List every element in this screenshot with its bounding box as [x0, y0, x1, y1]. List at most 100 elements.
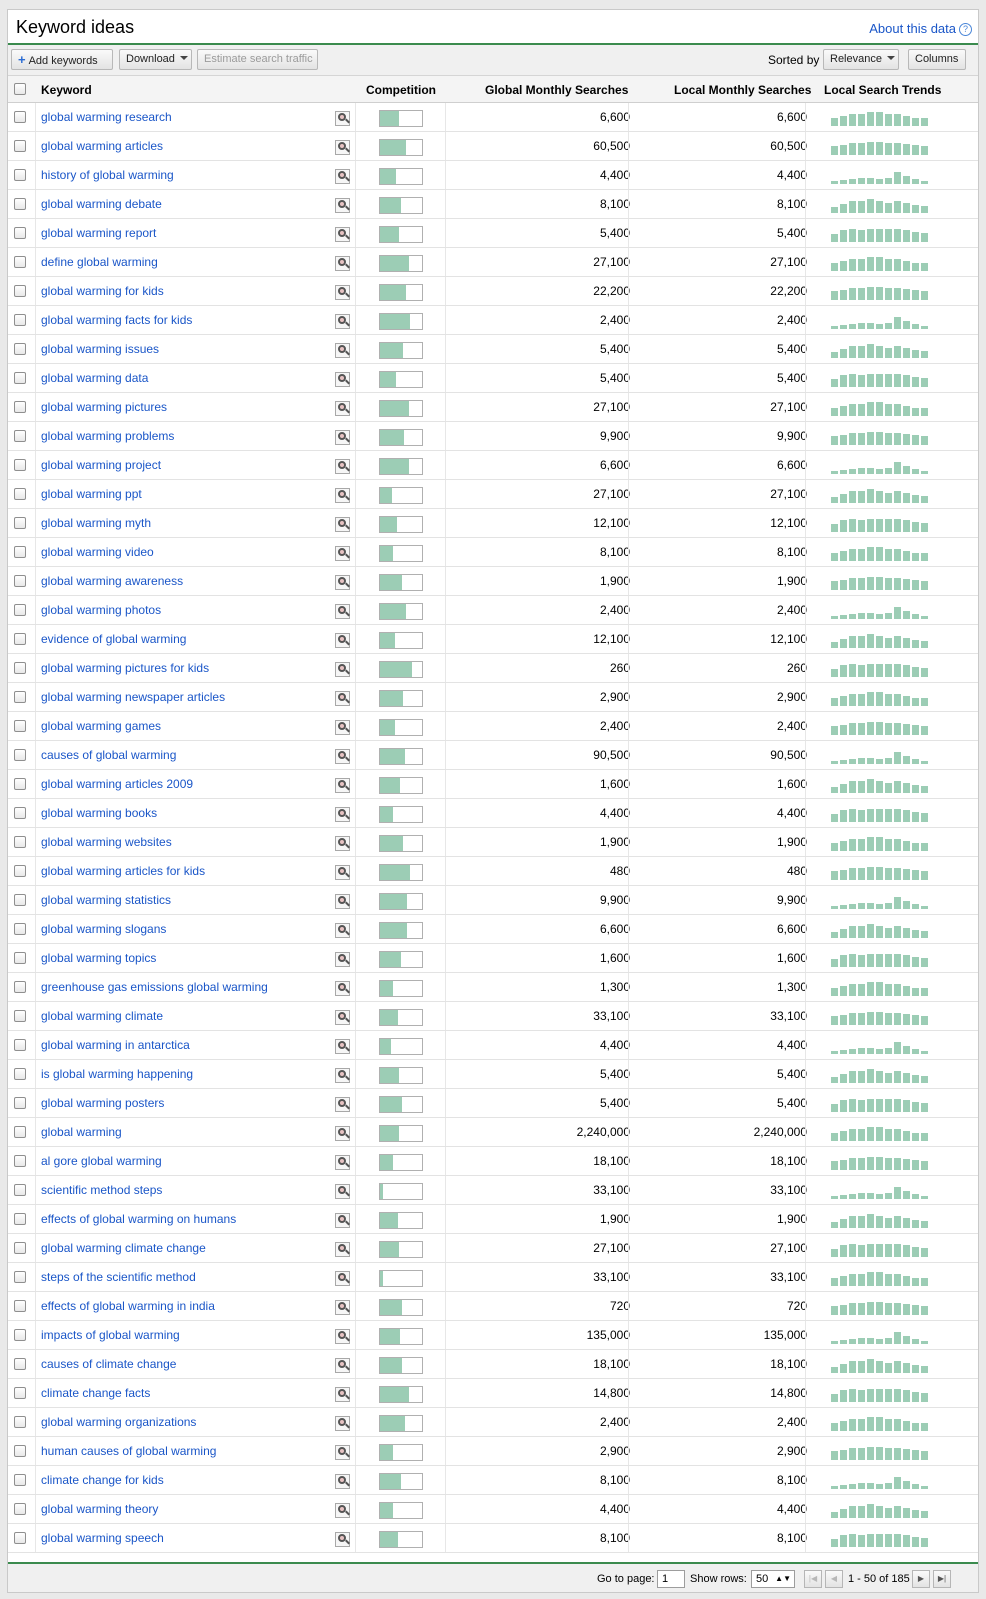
row-checkbox[interactable]: [14, 1358, 26, 1370]
add-keywords-button[interactable]: + Add keywords: [11, 49, 113, 70]
search-preview-icon[interactable]: [335, 633, 350, 648]
row-checkbox[interactable]: [14, 1010, 26, 1022]
keyword-link[interactable]: global warming slogans: [41, 922, 166, 936]
keyword-link[interactable]: global warming speech: [41, 1531, 164, 1545]
column-header-global-monthly[interactable]: Global Monthly Searches: [485, 83, 628, 97]
row-checkbox[interactable]: [14, 169, 26, 181]
row-checkbox[interactable]: [14, 140, 26, 152]
keyword-link[interactable]: effects of global warming on humans: [41, 1212, 236, 1226]
keyword-link[interactable]: global warming facts for kids: [41, 313, 192, 327]
keyword-link[interactable]: define global warming: [41, 255, 158, 269]
download-button[interactable]: Download: [119, 49, 192, 70]
search-preview-icon[interactable]: [335, 865, 350, 880]
row-checkbox[interactable]: [14, 1532, 26, 1544]
row-checkbox[interactable]: [14, 894, 26, 906]
search-preview-icon[interactable]: [335, 488, 350, 503]
keyword-link[interactable]: global warming data: [41, 371, 148, 385]
keyword-link[interactable]: global warming newspaper articles: [41, 690, 225, 704]
row-checkbox[interactable]: [14, 372, 26, 384]
keyword-link[interactable]: global warming: [41, 1125, 122, 1139]
about-data-link[interactable]: About this data?: [869, 21, 972, 36]
row-checkbox[interactable]: [14, 662, 26, 674]
keyword-link[interactable]: steps of the scientific method: [41, 1270, 196, 1284]
keyword-link[interactable]: global warming climate change: [41, 1241, 206, 1255]
keyword-link[interactable]: global warming photos: [41, 603, 161, 617]
row-checkbox[interactable]: [14, 1503, 26, 1515]
row-checkbox[interactable]: [14, 401, 26, 413]
select-all-checkbox[interactable]: [14, 83, 26, 95]
keyword-link[interactable]: global warming myth: [41, 516, 151, 530]
estimate-traffic-button[interactable]: Estimate search traffic: [197, 49, 318, 70]
keyword-link[interactable]: global warming pictures: [41, 400, 167, 414]
row-checkbox[interactable]: [14, 691, 26, 703]
keyword-link[interactable]: global warming project: [41, 458, 161, 472]
search-preview-icon[interactable]: [335, 1329, 350, 1344]
search-preview-icon[interactable]: [335, 1445, 350, 1460]
row-checkbox[interactable]: [14, 1155, 26, 1167]
row-checkbox[interactable]: [14, 749, 26, 761]
search-preview-icon[interactable]: [335, 111, 350, 126]
keyword-link[interactable]: global warming in antarctica: [41, 1038, 190, 1052]
search-preview-icon[interactable]: [335, 1358, 350, 1373]
row-checkbox[interactable]: [14, 1271, 26, 1283]
row-checkbox[interactable]: [14, 1213, 26, 1225]
search-preview-icon[interactable]: [335, 1416, 350, 1431]
row-checkbox[interactable]: [14, 227, 26, 239]
keyword-link[interactable]: global warming ppt: [41, 487, 142, 501]
keyword-link[interactable]: global warming theory: [41, 1502, 158, 1516]
column-header-competition[interactable]: Competition: [366, 83, 436, 97]
keyword-link[interactable]: global warming pictures for kids: [41, 661, 209, 675]
search-preview-icon[interactable]: [335, 1474, 350, 1489]
row-checkbox[interactable]: [14, 1039, 26, 1051]
row-checkbox[interactable]: [14, 111, 26, 123]
keyword-link[interactable]: global warming games: [41, 719, 161, 733]
search-preview-icon[interactable]: [335, 372, 350, 387]
keyword-link[interactable]: causes of global warming: [41, 748, 176, 762]
keyword-link[interactable]: climate change facts: [41, 1386, 150, 1400]
keyword-link[interactable]: global warming articles: [41, 139, 163, 153]
search-preview-icon[interactable]: [335, 169, 350, 184]
search-preview-icon[interactable]: [335, 1532, 350, 1547]
row-checkbox[interactable]: [14, 1300, 26, 1312]
keyword-link[interactable]: effects of global warming in india: [41, 1299, 215, 1313]
search-preview-icon[interactable]: [335, 1184, 350, 1199]
search-preview-icon[interactable]: [335, 1068, 350, 1083]
row-checkbox[interactable]: [14, 1387, 26, 1399]
keyword-link[interactable]: global warming articles 2009: [41, 777, 193, 791]
search-preview-icon[interactable]: [335, 517, 350, 532]
search-preview-icon[interactable]: [335, 1387, 350, 1402]
next-page-button[interactable]: ▶: [912, 1570, 930, 1588]
search-preview-icon[interactable]: [335, 459, 350, 474]
show-rows-select[interactable]: 50 ▲▼: [751, 1570, 795, 1588]
row-checkbox[interactable]: [14, 778, 26, 790]
help-icon[interactable]: ?: [959, 23, 972, 36]
search-preview-icon[interactable]: [335, 140, 350, 155]
row-checkbox[interactable]: [14, 517, 26, 529]
row-checkbox[interactable]: [14, 604, 26, 616]
keyword-link[interactable]: global warming video: [41, 545, 154, 559]
column-header-trends[interactable]: Local Search Trends: [824, 83, 941, 97]
keyword-link[interactable]: global warming research: [41, 110, 172, 124]
row-checkbox[interactable]: [14, 865, 26, 877]
search-preview-icon[interactable]: [335, 1300, 350, 1315]
keyword-link[interactable]: evidence of global warming: [41, 632, 186, 646]
row-checkbox[interactable]: [14, 1242, 26, 1254]
search-preview-icon[interactable]: [335, 401, 350, 416]
search-preview-icon[interactable]: [335, 256, 350, 271]
keyword-link[interactable]: global warming organizations: [41, 1415, 196, 1429]
search-preview-icon[interactable]: [335, 314, 350, 329]
search-preview-icon[interactable]: [335, 981, 350, 996]
row-checkbox[interactable]: [14, 981, 26, 993]
search-preview-icon[interactable]: [335, 952, 350, 967]
keyword-link[interactable]: global warming debate: [41, 197, 162, 211]
keyword-link[interactable]: global warming for kids: [41, 284, 164, 298]
keyword-link[interactable]: global warming articles for kids: [41, 864, 205, 878]
row-checkbox[interactable]: [14, 807, 26, 819]
search-preview-icon[interactable]: [335, 575, 350, 590]
row-checkbox[interactable]: [14, 1474, 26, 1486]
row-checkbox[interactable]: [14, 314, 26, 326]
search-preview-icon[interactable]: [335, 691, 350, 706]
keyword-link[interactable]: impacts of global warming: [41, 1328, 180, 1342]
sort-select[interactable]: Relevance: [823, 49, 899, 70]
row-checkbox[interactable]: [14, 1329, 26, 1341]
